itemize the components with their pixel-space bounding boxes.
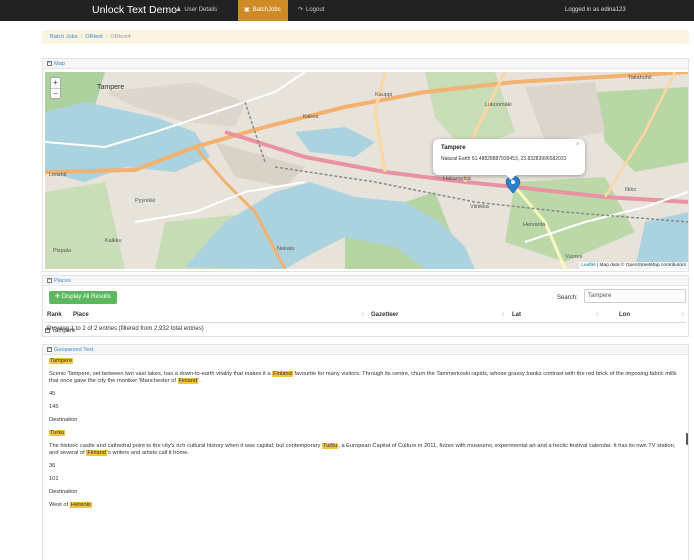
highlighted-place[interactable]: Finland (86, 450, 107, 456)
geoparsed-panel-header[interactable]: − Geoparsed Text (43, 345, 688, 355)
zoom-in-button[interactable]: + (51, 78, 60, 88)
breadcrumb: Batch Jobs / ORtest / ORtest4 (42, 30, 689, 44)
map-label: Takahuhti (628, 75, 652, 81)
map-panel-title: Map (54, 61, 65, 67)
nav-batchjobs[interactable]: ▣ BatchJobs (238, 0, 288, 21)
zoom-out-button[interactable]: − (51, 88, 60, 98)
user-icon: ♟ (176, 7, 182, 13)
logout-icon: ↷ (298, 7, 304, 13)
popup-coordinates: Natural Earth 61.48828887939453, 23.8328… (441, 156, 567, 162)
entry-heading: West of Helsinki (49, 502, 92, 508)
column-header-lat[interactable]: Lat (512, 312, 521, 318)
column-header-place[interactable]: Place (73, 312, 89, 318)
highlighted-place[interactable]: Finland (177, 378, 199, 384)
map-label: Lukonmäki (485, 102, 512, 108)
entry-description: The historic castle and cathedral point … (49, 443, 676, 456)
search-label: Search: (557, 295, 578, 301)
sort-icon[interactable]: ⇕ (681, 312, 685, 318)
sort-icon[interactable]: ⇕ (361, 312, 365, 318)
collapse-icon[interactable]: − (47, 61, 52, 67)
map-label: Kaleva (303, 114, 319, 120)
column-header-gazetteer[interactable]: Gazetteer (371, 312, 398, 318)
breadcrumb-current: ORtest4 (110, 34, 131, 40)
search-input[interactable]: Tampere (584, 289, 686, 303)
geoparsed-text: Tampere Scenic Tampere, set between two v… (49, 358, 679, 515)
entry-number: 101 (49, 476, 59, 482)
map-popup: × Tampere Natural Earth 61.4882888793945… (433, 139, 585, 180)
map-label: Viinikka (470, 204, 489, 210)
map-label: Tampere (97, 84, 125, 91)
entry-number: 36 (49, 463, 56, 469)
geoparsed-panel: − Geoparsed Text Tampere Scenic Tampere, s… (42, 344, 689, 560)
map-label: Lielahti (49, 172, 67, 178)
places-panel-header[interactable]: − Places (43, 276, 688, 286)
popup-title: Tampere (441, 145, 466, 151)
entry-heading[interactable]: Tampere (49, 358, 74, 364)
entry-heading[interactable]: Turku (49, 430, 66, 436)
nav-logout[interactable]: ↷ Logout (292, 0, 330, 21)
entry-kind: Destination (49, 417, 78, 423)
popup-close-button[interactable]: × (576, 141, 580, 148)
column-header-rank[interactable]: Rank (47, 312, 62, 318)
app-brand[interactable]: Unlock Text Demo (92, 4, 177, 16)
highlighted-place[interactable]: Finland (272, 371, 293, 377)
display-all-results-label: Display All Results (61, 294, 112, 300)
plus-circle-icon: ✚ (55, 294, 61, 300)
entry-number: 145 (49, 404, 59, 410)
nav-user-details[interactable]: ♟ User Details (170, 0, 223, 21)
display-all-results-button[interactable]: ✚ Display All Results (49, 291, 118, 304)
map-label: Kalkku (105, 238, 122, 244)
sort-icon[interactable]: ⇕ (501, 312, 505, 318)
map-label: Vuores (565, 254, 583, 260)
column-header-lon[interactable]: Lon (619, 312, 630, 318)
folder-icon: ▣ (244, 7, 250, 13)
map-label: Ilkko (625, 187, 637, 193)
map-label: Pyynikki (135, 198, 156, 204)
nav-user-details-label: User Details (184, 7, 218, 13)
map-label: Pispala (53, 248, 72, 254)
logged-in-status: Logged in as edina123 (565, 7, 626, 13)
breadcrumb-ortest[interactable]: ORtest (85, 34, 102, 40)
map-panel-header[interactable]: − Map (43, 59, 688, 69)
table-info: Showing 1 to 2 of 2 entries (filtered fr… (46, 326, 204, 332)
highlighted-place[interactable]: Turku (321, 443, 339, 449)
map-attribution: Leaflet | Map data © OpenStreetMap contr… (579, 262, 688, 269)
attribution-text: | Map data © OpenStreetMap contributors (595, 263, 686, 268)
map-label: Hervanta (523, 222, 546, 228)
map-view[interactable]: Tampere Kaleva Hervanta Lukonmäki Hakame… (45, 72, 688, 269)
highlighted-place[interactable]: Helsinki (69, 502, 92, 508)
places-panel-title: Places (54, 278, 71, 284)
geoparsed-panel-title: Geoparsed Text (54, 347, 94, 353)
map-panel: − Map Tampere Kaleva Hervanta Lukonmäki … (42, 58, 689, 272)
nav-batchjobs-label: BatchJobs (252, 7, 281, 13)
map-tiles (45, 72, 688, 269)
scrollbar-thumb[interactable] (686, 433, 688, 445)
collapse-icon[interactable]: − (47, 278, 52, 284)
zoom-control: + − (50, 77, 61, 99)
sort-icon[interactable]: ⇕ (595, 312, 599, 318)
top-navbar: Unlock Text Demo ♟ User Details ▣ BatchJob… (0, 0, 694, 21)
breadcrumb-batch-jobs[interactable]: Batch Jobs (50, 34, 78, 40)
map-label: Nekala (277, 246, 295, 252)
collapse-icon[interactable]: − (47, 347, 52, 353)
map-label: Kauppi (375, 92, 393, 98)
entry-number: 45 (49, 391, 56, 397)
leaflet-link[interactable]: Leaflet (581, 263, 595, 268)
entry-kind: Destination (49, 489, 78, 495)
nav-logout-label: Logout (306, 7, 325, 13)
entry-description: Scenic Tampere, set between two vast lak… (49, 371, 677, 384)
map-label: Hakametsä (443, 176, 471, 182)
